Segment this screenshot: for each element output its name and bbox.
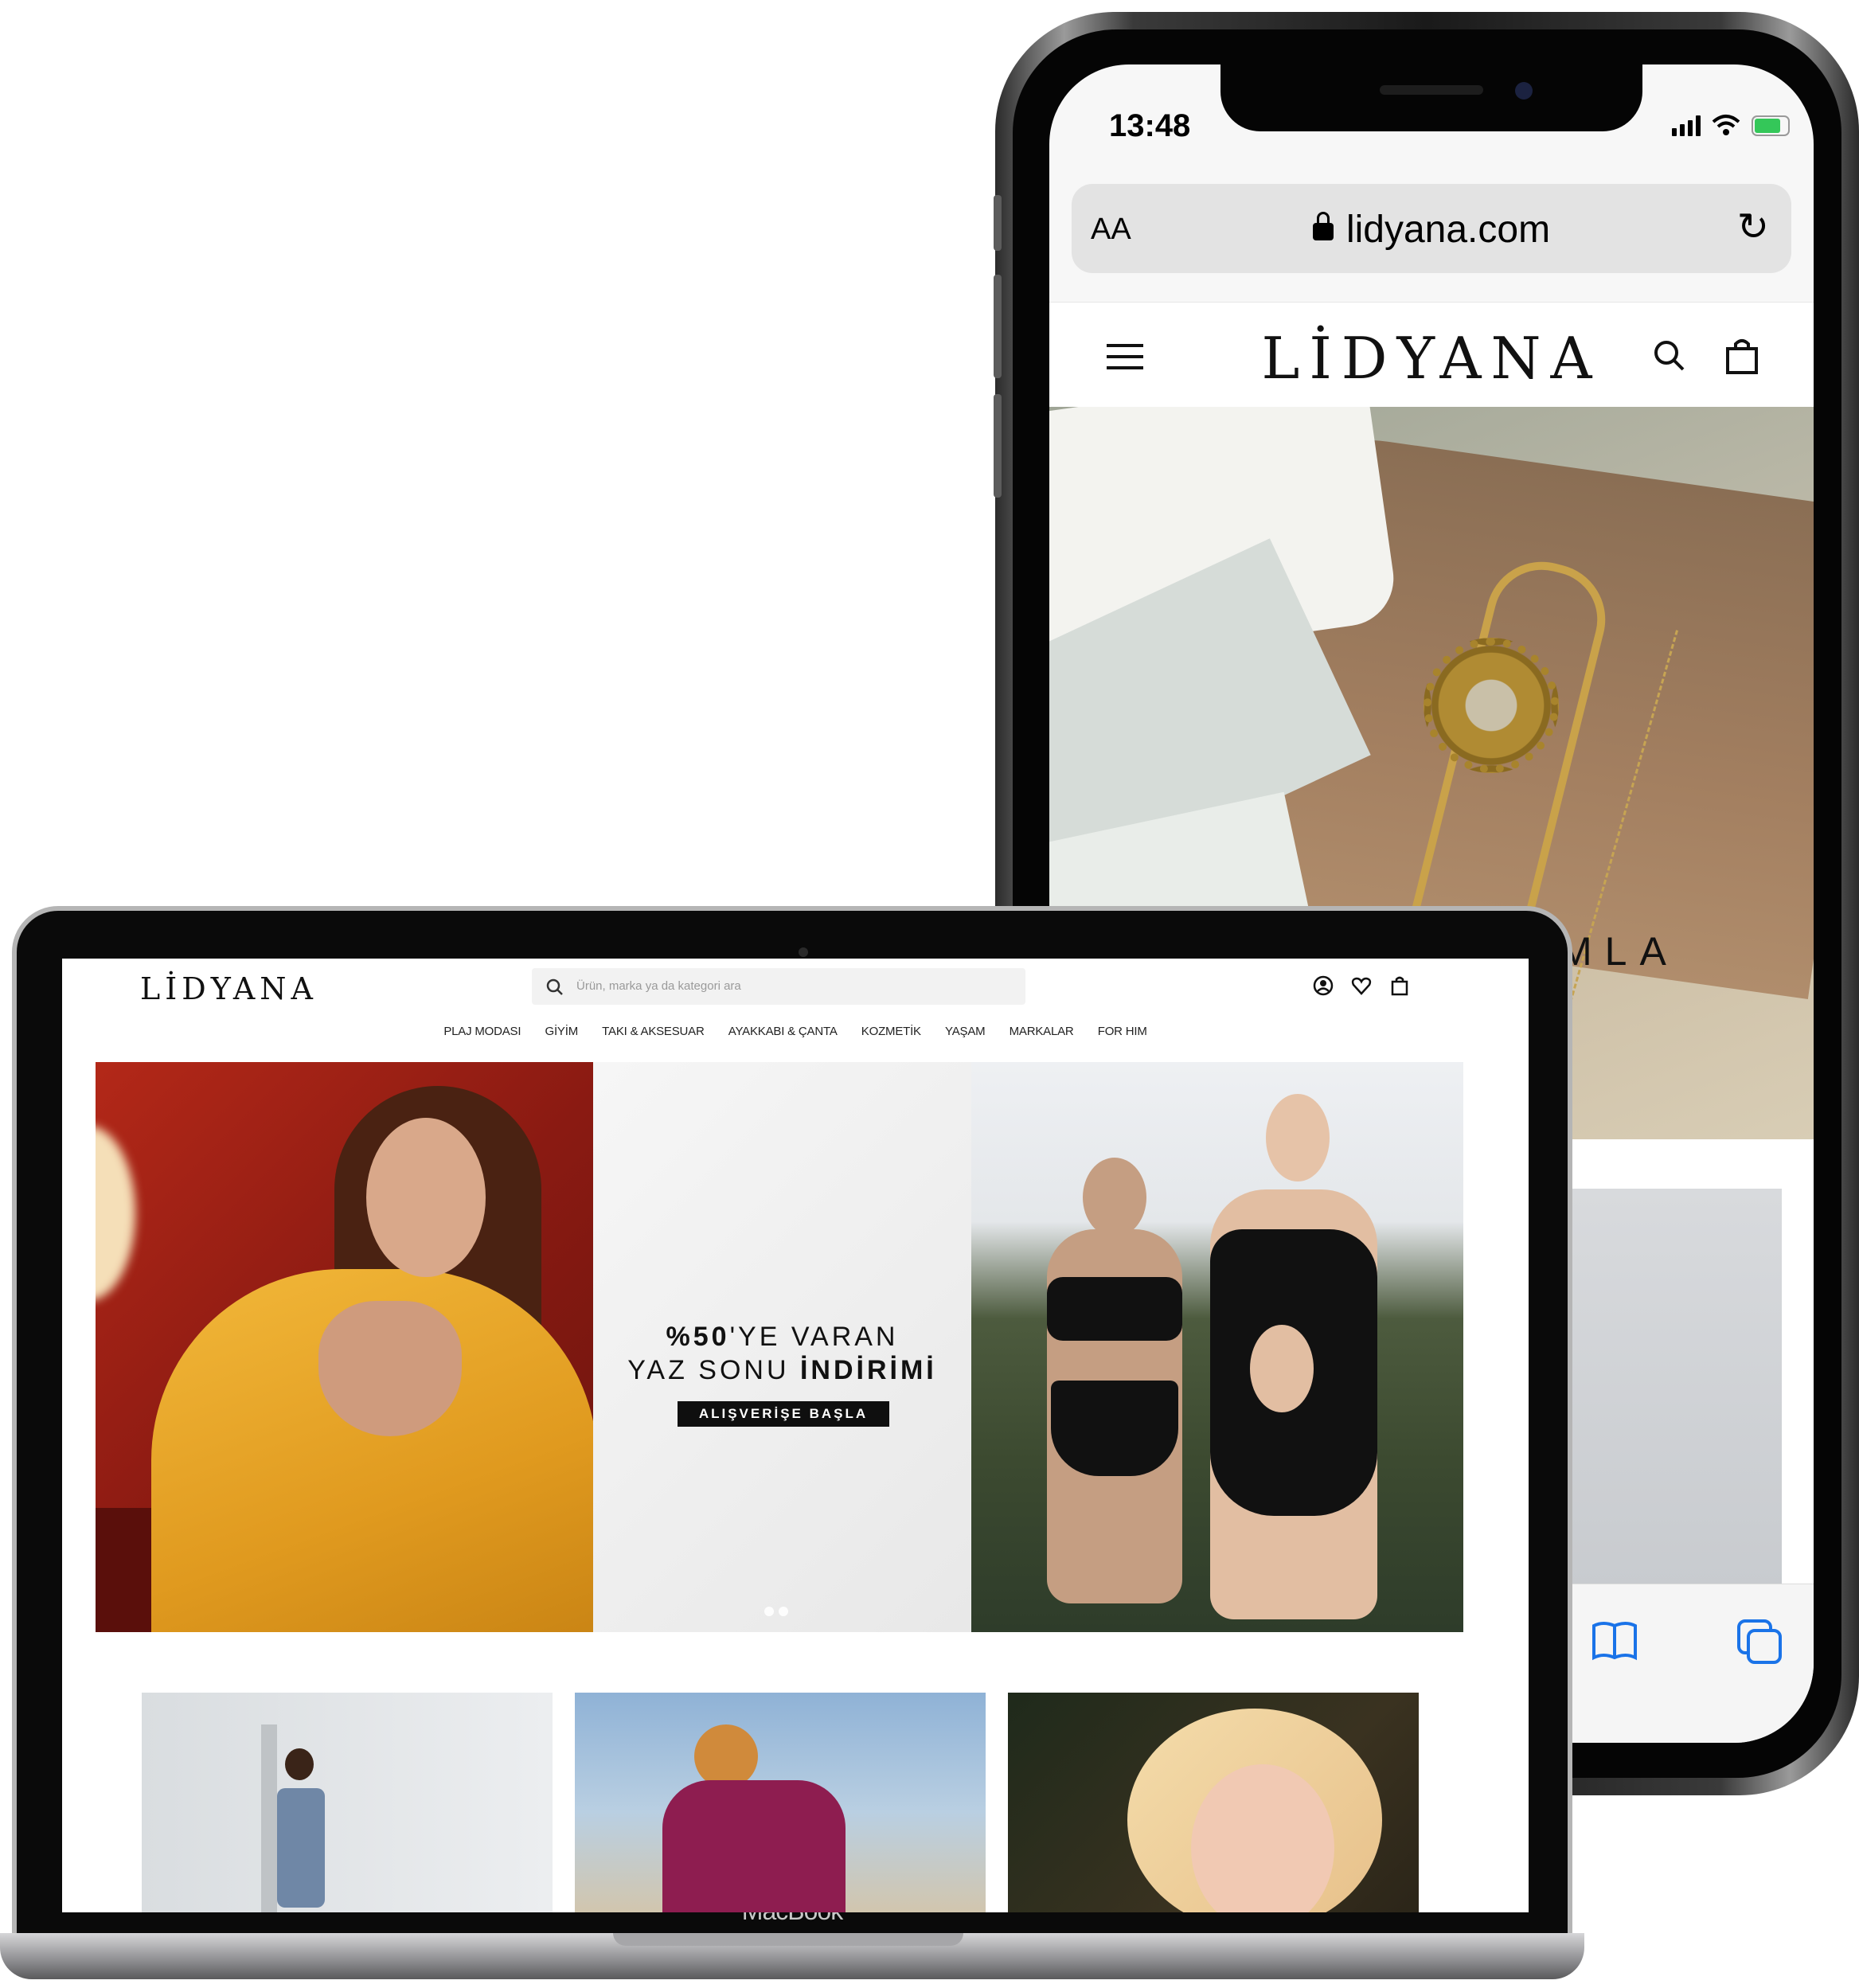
promo-line-2-bold: İNDİRİMİ (799, 1355, 937, 1385)
battery-icon (1752, 115, 1790, 136)
bag-icon[interactable] (1724, 338, 1759, 374)
thumb-pink-outfit[interactable] (575, 1693, 986, 1912)
nav-item-kozmetik[interactable]: KOZMETİK (861, 1025, 921, 1038)
swim-bottom (1051, 1381, 1178, 1476)
start-shopping-button[interactable]: ALIŞVERİŞE BAŞLA (678, 1401, 889, 1427)
carousel-dot[interactable] (764, 1607, 774, 1616)
thumb-model-hair (694, 1724, 758, 1788)
model-face (1266, 1094, 1330, 1181)
model-face (366, 1118, 486, 1277)
model-neck (318, 1301, 462, 1436)
status-icons (1672, 112, 1790, 136)
url-display[interactable]: lidyana.com (1072, 208, 1791, 252)
reload-icon[interactable]: ↻ (1737, 205, 1769, 249)
hero-promo-panel: %50'YE VARAN YAZ SONU İNDİRİMİ ALIŞVERİŞ… (593, 1062, 971, 1632)
category-thumbnails (142, 1693, 1424, 1912)
cart-icon[interactable] (1388, 974, 1411, 997)
laptop-base (0, 1933, 1584, 1979)
promo-discount: %50 (666, 1322, 730, 1352)
nav-item-for-him[interactable]: FOR HIM (1098, 1025, 1147, 1038)
sun-pendant-image (1424, 638, 1559, 773)
wifi-icon (1712, 115, 1740, 135)
search-icon (546, 978, 563, 995)
site-logo[interactable]: LİDYANA (140, 971, 318, 1006)
bookmarks-icon[interactable] (1591, 1619, 1638, 1661)
search-placeholder: Ürün, marka ya da kategori ara (576, 979, 741, 993)
account-icon[interactable] (1312, 974, 1334, 997)
hero-carousel[interactable]: %50'YE VARAN YAZ SONU İNDİRİMİ ALIŞVERİŞ… (96, 1062, 1463, 1632)
speaker-grille (1380, 85, 1483, 95)
thumb-model-outfit (662, 1780, 846, 1912)
base-notch (613, 1933, 963, 1946)
front-camera (1515, 82, 1533, 100)
nav-item-plaj-modasi[interactable]: PLAJ MODASI (443, 1025, 521, 1038)
silent-switch (994, 195, 1002, 251)
backdrop-light (96, 1126, 135, 1301)
mobile-site-header: LİDYANA (1049, 302, 1814, 408)
macbook-mockup: MacBook LİDYANA Ürün, marka ya da katego… (0, 906, 1584, 1988)
signal-icon (1672, 114, 1701, 136)
main-nav: PLAJ MODASI GİYİM TAKI & AKSESUAR AYAKKA… (62, 1025, 1529, 1038)
url-text: lidyana.com (1345, 209, 1551, 251)
thumb-model-head (285, 1748, 314, 1780)
carousel-dot[interactable] (779, 1607, 788, 1616)
nav-item-markalar[interactable]: MARKALAR (1010, 1025, 1074, 1038)
promo-line-2: YAZ SONU İNDİRİMİ (593, 1355, 971, 1386)
search-icon[interactable] (1651, 338, 1686, 373)
thumb-wall (261, 1724, 277, 1912)
nav-item-giyim[interactable]: GİYİM (545, 1025, 578, 1038)
site-logo[interactable]: LİDYANA (1049, 325, 1814, 392)
swimsuit-cutout (1250, 1325, 1314, 1412)
swim-top (1047, 1277, 1182, 1341)
search-input[interactable]: Ürün, marka ya da kategori ara (532, 968, 1025, 1005)
promo-line-1: %50'YE VARAN (593, 1322, 971, 1353)
heart-icon[interactable] (1350, 974, 1373, 997)
laptop-screen: LİDYANA Ürün, marka ya da kategori ara P… (62, 959, 1529, 1912)
promo-line-2-rest: YAZ SONU (627, 1355, 800, 1385)
thumb-earring-model[interactable] (1008, 1693, 1419, 1912)
model-face (1083, 1158, 1146, 1237)
header-icons (1312, 974, 1411, 997)
nav-item-ayakkabi-canta[interactable]: AYAKKABI & ÇANTA (728, 1025, 838, 1038)
promo-line-1-rest: 'YE VARAN (729, 1322, 899, 1352)
carousel-dots (764, 1607, 788, 1616)
nav-item-yasam[interactable]: YAŞAM (945, 1025, 986, 1038)
hero-image-yellow-dress (96, 1062, 593, 1632)
nav-item-taki-aksesuar[interactable]: TAKI & AKSESUAR (602, 1025, 705, 1038)
volume-down-button (994, 394, 1002, 498)
tabs-icon[interactable] (1736, 1618, 1783, 1666)
webcam (799, 947, 808, 957)
thumb-model-dress (277, 1788, 325, 1908)
notch (1220, 64, 1642, 131)
hero-image-swimwear (971, 1062, 1463, 1632)
lock-icon (1312, 212, 1334, 241)
address-bar[interactable]: AA lidyana.com ↻ (1072, 184, 1791, 273)
volume-up-button (994, 275, 1002, 378)
thumb-dress-model[interactable] (142, 1693, 553, 1912)
status-time: 13:48 (1109, 108, 1191, 143)
